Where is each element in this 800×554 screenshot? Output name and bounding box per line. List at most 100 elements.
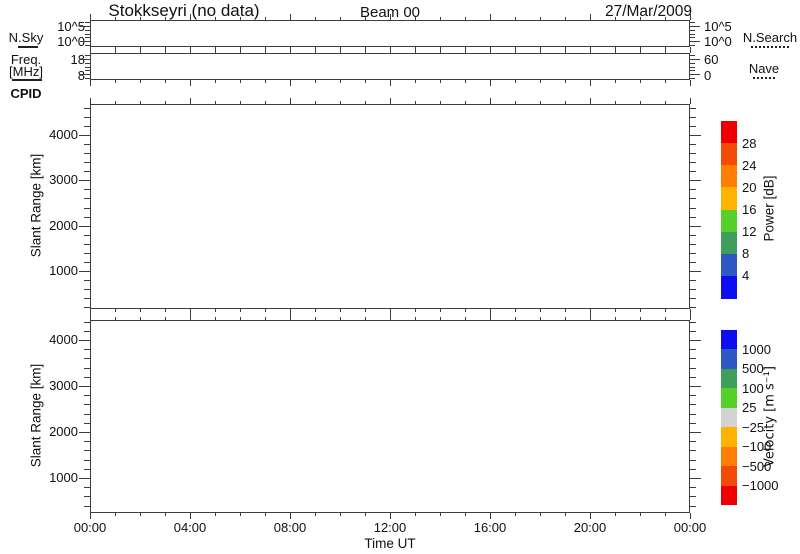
axis-tick — [540, 80, 541, 83]
superdarn-summary-plot: Stokkseyri (no data) Beam 00 27/Mar/2009… — [0, 0, 800, 554]
axis-tick — [85, 70, 90, 71]
axis-tick — [690, 217, 696, 218]
axis-tick — [690, 349, 696, 350]
axis-tick — [690, 414, 696, 415]
axis-tick — [690, 506, 696, 507]
axis-tick — [190, 314, 191, 320]
axis-tick — [465, 80, 466, 83]
axis-tick — [690, 377, 696, 378]
axis-tick — [84, 307, 90, 308]
axis-tick — [85, 55, 90, 56]
axis-tick — [690, 331, 696, 332]
axis-tick — [540, 50, 541, 53]
axis-tick — [440, 513, 441, 516]
axis-tick — [515, 101, 516, 104]
axis-tick — [84, 126, 90, 127]
axis-tick — [79, 478, 90, 479]
axis-tick — [690, 198, 696, 199]
axis-tick — [84, 208, 90, 209]
axis-tick — [615, 101, 616, 104]
axis-tick — [140, 50, 141, 53]
axis-tick — [115, 317, 116, 320]
axis-tick — [190, 47, 191, 53]
axis-tick — [290, 14, 291, 20]
time-ut-label: Time UT — [355, 536, 425, 551]
axis-tick — [84, 322, 90, 323]
x-tick-label: 04:00 — [160, 520, 220, 535]
axis-tick — [690, 450, 696, 451]
axis-tick — [84, 298, 90, 299]
axis-tick — [690, 162, 696, 163]
axis-tick — [290, 47, 291, 53]
axis-tick — [215, 317, 216, 320]
axis-tick — [90, 314, 91, 320]
axis-tick — [690, 262, 696, 263]
axis-tick — [540, 513, 541, 516]
axis-tick — [690, 26, 700, 27]
axis-tick — [84, 404, 90, 405]
nsky-label: N.Sky — [4, 30, 48, 45]
power-colorbar-label: 28 — [742, 136, 788, 151]
axis-tick — [215, 80, 216, 83]
axis-tick — [665, 80, 666, 83]
axis-tick — [84, 217, 90, 218]
axis-tick — [80, 74, 90, 75]
axis-tick — [690, 368, 696, 369]
power-colorbar-label: 16 — [742, 202, 788, 217]
axis-tick — [690, 386, 701, 387]
axis-tick — [590, 80, 591, 86]
axis-tick — [115, 101, 116, 104]
axis-tick — [465, 309, 466, 312]
axis-tick — [84, 450, 90, 451]
axis-tick — [240, 513, 241, 516]
axis-tick — [690, 67, 695, 68]
axis-tick — [690, 70, 695, 71]
x-tick-label: 08:00 — [260, 520, 320, 535]
axis-tick — [315, 101, 316, 104]
axis-tick — [665, 309, 666, 312]
axis-tick — [690, 496, 696, 497]
axis-tick — [115, 513, 116, 516]
axis-tick — [615, 80, 616, 83]
axis-tick — [415, 513, 416, 516]
axis-tick — [690, 280, 696, 281]
freq-ytick-right-top: 60 — [704, 52, 744, 67]
axis-tick — [79, 180, 90, 181]
axis-tick — [140, 309, 141, 312]
axis-tick — [440, 101, 441, 104]
axis-tick — [415, 309, 416, 312]
velocity-colorbar-segment — [721, 388, 737, 408]
axis-tick — [690, 41, 700, 42]
axis-tick — [615, 50, 616, 53]
axis-tick — [690, 108, 696, 109]
axis-tick — [640, 513, 641, 516]
axis-tick — [690, 423, 696, 424]
axis-tick — [80, 26, 90, 27]
axis-tick — [315, 309, 316, 312]
axis-tick — [490, 47, 491, 53]
axis-tick — [365, 50, 366, 53]
axis-tick — [490, 14, 491, 20]
axis-tick — [79, 386, 90, 387]
axis-tick — [240, 317, 241, 320]
axis-tick — [465, 101, 466, 104]
axis-tick — [615, 309, 616, 312]
axis-tick — [515, 309, 516, 312]
plot-title: Stokkseyri (no data) — [88, 1, 280, 21]
axis-tick — [215, 101, 216, 104]
axis-tick — [165, 80, 166, 83]
axis-tick — [465, 513, 466, 516]
axis-tick — [265, 513, 266, 516]
nsearch-line-sample — [751, 46, 789, 48]
axis-tick — [340, 513, 341, 516]
velocity-colorbar-segment — [721, 466, 737, 486]
axis-tick — [140, 513, 141, 516]
axis-tick — [85, 78, 90, 79]
nsearch-label: N.Search — [740, 30, 800, 45]
axis-tick — [79, 135, 90, 136]
axis-tick — [340, 80, 341, 83]
axis-tick — [490, 513, 491, 519]
axis-tick — [690, 432, 701, 433]
axis-tick — [690, 322, 696, 323]
velocity-colorbar-label: 1000 — [742, 342, 788, 357]
